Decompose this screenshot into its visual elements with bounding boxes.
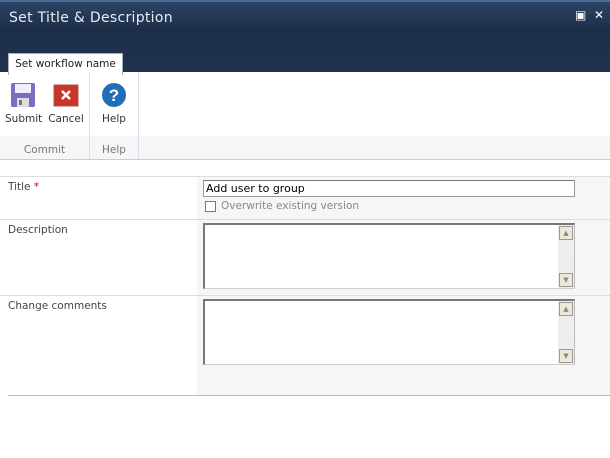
submit-label: Submit [5,113,43,125]
submit-button[interactable]: Submit [5,82,43,125]
description-textarea[interactable]: ▲ ▼ [203,223,575,289]
cancel-label: Cancel [48,113,84,125]
scrollbar[interactable]: ▲ ▼ [558,301,574,364]
dialog-header: Set Title & Description ▣ ✕ Set workflow… [0,0,610,75]
dialog-title: Set Title & Description [9,10,173,26]
ribbon: Submit Cancel Commit ? Help Help [0,72,610,160]
group-label-help: Help [102,144,126,156]
comments-textarea[interactable]: ▲ ▼ [203,299,575,365]
cancel-button[interactable]: Cancel [48,82,84,125]
cancel-icon [53,82,79,108]
description-row: Description ▲ ▼ [0,219,610,295]
svg-text:?: ? [109,86,119,105]
overwrite-checkbox[interactable]: Overwrite existing version [203,200,610,212]
ribbon-group-commit: Submit Cancel Commit [0,72,90,159]
description-label: Description [8,224,68,236]
save-icon [10,82,36,108]
maximize-icon[interactable]: ▣ [575,8,586,22]
group-label-commit: Commit [23,144,66,156]
title-input[interactable]: Add user to group [203,180,575,197]
close-icon[interactable]: ✕ [594,8,604,22]
divider [8,395,610,396]
form: Title * Add user to group Overwrite exis… [0,176,610,395]
ribbon-group-help: ? Help Help [90,72,139,159]
overwrite-label: Overwrite existing version [221,200,360,212]
help-label: Help [102,113,126,125]
comments-label: Change comments [8,300,107,312]
help-button[interactable]: ? Help [96,82,132,125]
comments-row: Change comments ▲ ▼ [0,295,610,395]
title-row: Title * Add user to group Overwrite exis… [0,176,610,219]
help-icon: ? [101,82,127,108]
title-label: Title * [8,181,40,193]
scrollbar[interactable]: ▲ ▼ [558,225,574,288]
